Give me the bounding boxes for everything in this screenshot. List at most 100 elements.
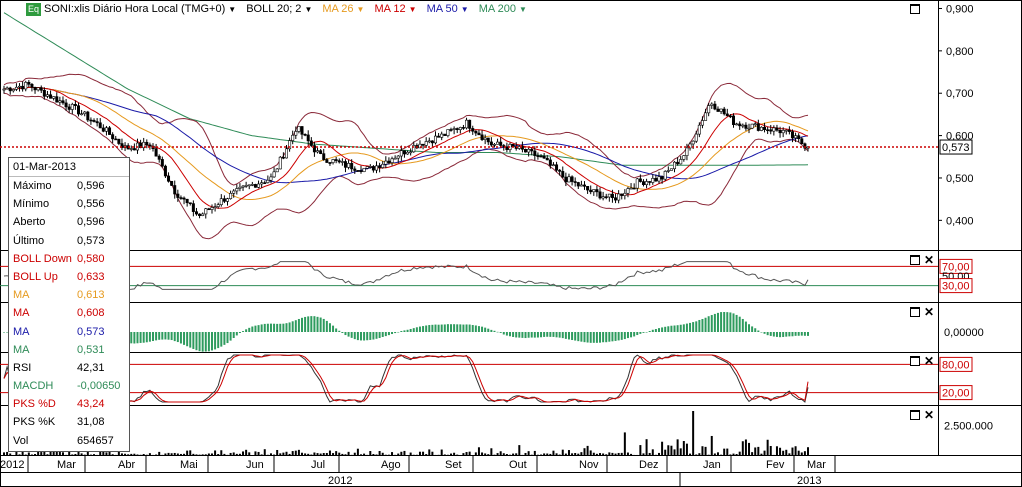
macd-hist-bar xyxy=(353,332,356,340)
macd-hist-bar xyxy=(297,318,300,332)
macd-hist-bar xyxy=(263,323,266,332)
volume-bar xyxy=(567,450,570,455)
macd-hist-bar xyxy=(304,316,307,332)
macd-hist-bar xyxy=(567,332,570,340)
volume-bar xyxy=(418,451,421,455)
candle-body xyxy=(604,196,608,198)
volume-bar xyxy=(89,454,92,456)
macd-hist-bar xyxy=(571,332,574,341)
candle-body xyxy=(319,150,323,154)
dropdown-arrow-icon[interactable]: ▼ xyxy=(461,5,469,14)
data-window-label: MA xyxy=(13,325,30,338)
macd-pane-close-icon[interactable]: ✕ xyxy=(924,306,934,318)
macd-pane-maximize-icon[interactable] xyxy=(910,307,920,317)
volume-bar xyxy=(276,449,279,455)
legend-ma50[interactable]: MA 50 ▼ xyxy=(427,3,469,15)
macd-hist-bar xyxy=(167,332,170,340)
data-window-value: 31,08 xyxy=(77,416,105,429)
macd-hist-bar xyxy=(505,332,508,336)
candle-body xyxy=(772,127,776,132)
candle-body xyxy=(322,153,326,160)
price-pane-maximize-icon[interactable] xyxy=(910,4,920,14)
candle-body xyxy=(452,128,456,130)
macd-hist-bar xyxy=(608,332,611,342)
volume-bar xyxy=(732,453,735,455)
data-window-label: Vol xyxy=(13,434,29,447)
volume-bar xyxy=(173,452,176,455)
volume-bar xyxy=(657,452,660,455)
macd-hist-bar xyxy=(772,332,775,337)
macd-hist-bar xyxy=(561,332,564,339)
macd-hist-bar xyxy=(552,332,555,337)
macd-hist-bar xyxy=(409,328,412,332)
candle-body xyxy=(524,149,528,153)
dropdown-arrow-icon[interactable]: ▼ xyxy=(409,5,417,14)
rsi-pane-close-icon[interactable]: ✕ xyxy=(924,254,934,266)
volume-pane-close-icon[interactable]: ✕ xyxy=(924,409,934,421)
candle-body xyxy=(132,148,136,151)
volume-bar xyxy=(217,454,220,455)
candle-body xyxy=(343,161,347,168)
volume-bar xyxy=(344,454,347,455)
dropdown-arrow-icon[interactable]: ▼ xyxy=(228,5,236,14)
stoch-pane-maximize-icon[interactable] xyxy=(910,356,920,366)
macd-hist-bar xyxy=(223,332,226,345)
volume-bar xyxy=(605,454,608,455)
volume-bar xyxy=(114,454,117,456)
legend-ma200[interactable]: MA 200 ▼ xyxy=(479,3,527,15)
legend-ma50-label: MA 50 xyxy=(426,3,458,15)
volume-bar xyxy=(130,453,133,455)
volume-bar xyxy=(642,453,645,455)
candle-body xyxy=(238,186,242,189)
macd-hist-bar xyxy=(465,324,468,332)
candle-body xyxy=(707,105,711,114)
macd-hist-bar xyxy=(546,332,549,337)
data-window-row: MA 0,573 xyxy=(9,323,129,341)
volume-bar xyxy=(800,452,803,455)
macd-hist-bar xyxy=(294,320,297,332)
candle-body xyxy=(443,133,447,136)
legend-ma12[interactable]: MA 12 ▼ xyxy=(374,3,416,15)
dropdown-arrow-icon[interactable]: ▼ xyxy=(357,5,365,14)
macd-hist-bar xyxy=(599,332,602,343)
candle-body xyxy=(781,129,785,134)
symbol-title[interactable]: SONI:xlis Diário Hora Local (TMG+0) ▼ xyxy=(44,3,236,15)
volume-bar xyxy=(297,449,300,455)
data-window-rows: Máximo 0,596 Mínimo 0,556 Aberto 0,596 Último 0… xyxy=(9,177,129,450)
volume-pane-maximize-icon[interactable] xyxy=(910,410,920,420)
candle-body xyxy=(303,134,307,136)
macd-hist-bar xyxy=(642,332,645,333)
volume-bar xyxy=(741,441,744,455)
rsi-pane-maximize-icon[interactable] xyxy=(910,255,920,265)
volume-bar xyxy=(179,453,182,455)
candle-body xyxy=(378,165,382,168)
dropdown-arrow-icon[interactable]: ▼ xyxy=(304,5,312,14)
candle-body xyxy=(669,168,673,171)
candle-body xyxy=(260,182,264,185)
volume-bar xyxy=(614,453,617,455)
volume-bar xyxy=(468,451,471,455)
candle-body xyxy=(440,133,444,138)
dropdown-arrow-icon[interactable]: ▼ xyxy=(519,5,527,14)
macd-hist-bar xyxy=(664,326,667,332)
volume-bar xyxy=(676,439,679,455)
candle-body xyxy=(300,126,304,135)
stoch-pane-close-icon[interactable]: ✕ xyxy=(924,355,934,367)
volume-bar xyxy=(440,449,443,455)
volume-bar xyxy=(496,453,499,455)
candle-body xyxy=(483,137,487,140)
volume-bar xyxy=(450,453,453,455)
macd-hist-bar xyxy=(378,332,381,339)
data-window-value: 0,573 xyxy=(77,325,105,338)
data-window-row: BOLL Up 0,633 xyxy=(9,268,129,286)
macd-hist-bar xyxy=(310,316,313,332)
macd-hist-bar xyxy=(589,332,592,343)
volume-bar xyxy=(617,452,620,455)
candle-body xyxy=(527,148,531,153)
volume-bar xyxy=(530,454,533,456)
legend-ma26[interactable]: MA 26 ▼ xyxy=(322,3,364,15)
volume-bar xyxy=(152,454,155,456)
legend-boll[interactable]: BOLL 20; 2 ▼ xyxy=(246,3,312,15)
candle-body xyxy=(111,134,115,140)
macd-hist-bar xyxy=(176,332,179,343)
